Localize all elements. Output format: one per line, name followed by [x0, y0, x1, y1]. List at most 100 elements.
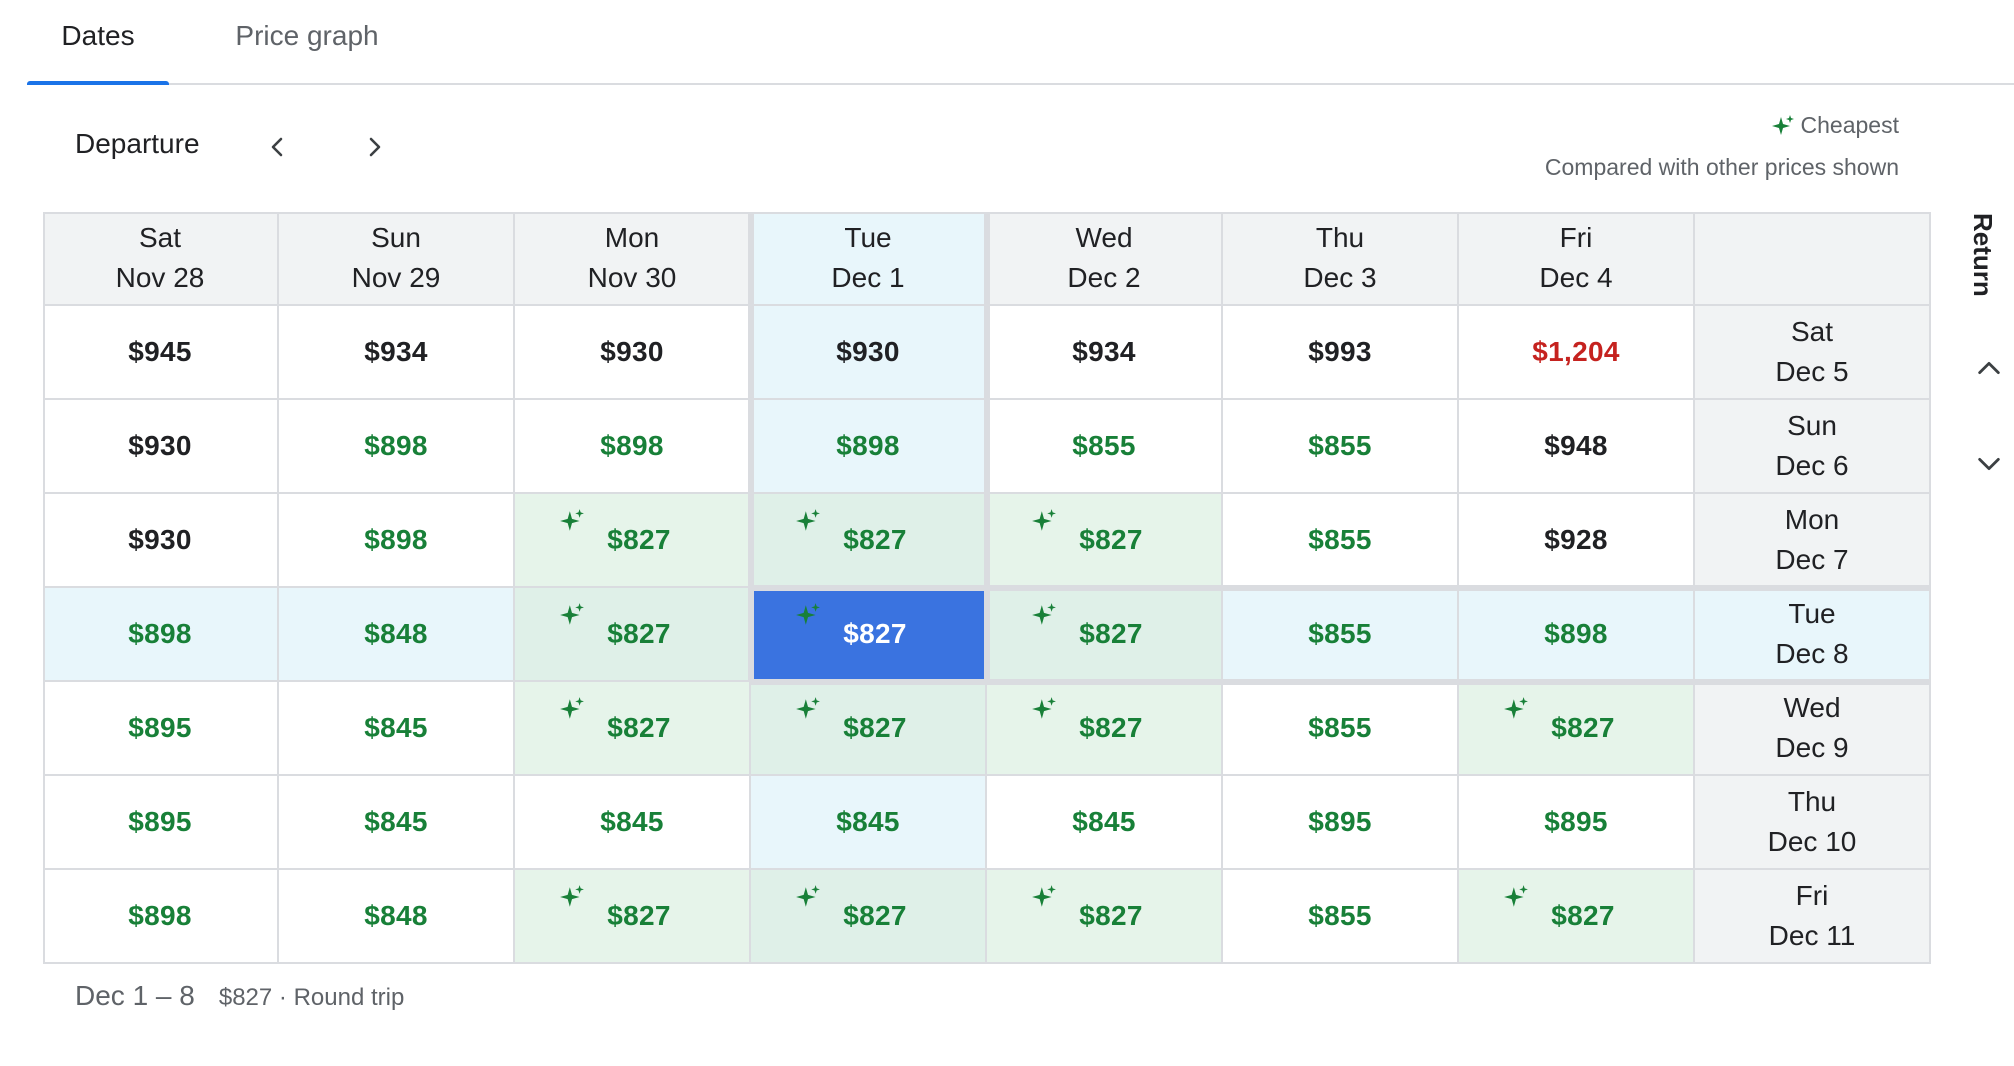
price-cell[interactable]: $827: [515, 682, 751, 776]
sparkle-icon: [560, 885, 584, 907]
price-value: $948: [1544, 430, 1608, 461]
price-cell[interactable]: $898: [43, 870, 279, 964]
row-header: Thu Dec 10: [1695, 776, 1931, 870]
price-cell[interactable]: $930: [515, 306, 751, 400]
price-cell[interactable]: $898: [279, 400, 515, 494]
price-cell[interactable]: $934: [279, 306, 515, 400]
price-cell[interactable]: $827: [987, 588, 1223, 682]
row-date: Dec 9: [1775, 732, 1849, 763]
price-cell[interactable]: $827: [751, 870, 987, 964]
price-cell[interactable]: $895: [43, 776, 279, 870]
column-header: Wed Dec 2: [987, 212, 1223, 306]
price-cell[interactable]: $945: [43, 306, 279, 400]
price-cell[interactable]: $845: [515, 776, 751, 870]
price-cell[interactable]: $855: [1223, 588, 1459, 682]
price-cell[interactable]: $993: [1223, 306, 1459, 400]
sparkle-icon: [560, 509, 584, 531]
selected-price-cell[interactable]: $827: [751, 588, 987, 682]
price-cell[interactable]: $845: [279, 682, 515, 776]
price-cell[interactable]: $895: [1223, 776, 1459, 870]
price-value: $930: [128, 524, 192, 555]
column-day: Thu: [1315, 222, 1365, 253]
legend-cheapest: Cheapest: [1771, 112, 1899, 139]
column-date: Nov 30: [587, 262, 677, 293]
tab-price-graph[interactable]: Price graph: [199, 0, 415, 83]
price-cell[interactable]: $845: [751, 776, 987, 870]
price-cell[interactable]: $827: [751, 682, 987, 776]
price-cell[interactable]: $827: [987, 494, 1223, 588]
price-cell[interactable]: $928: [1459, 494, 1695, 588]
price-value: $845: [836, 806, 900, 837]
price-cell[interactable]: $827: [987, 870, 1223, 964]
price-cell[interactable]: $895: [1459, 776, 1695, 870]
row-header: Tue Dec 8: [1695, 588, 1931, 682]
price-cell[interactable]: $855: [1223, 400, 1459, 494]
price-cell[interactable]: $898: [515, 400, 751, 494]
price-cell[interactable]: $934: [987, 306, 1223, 400]
price-cell[interactable]: $948: [1459, 400, 1695, 494]
price-cell[interactable]: $898: [43, 588, 279, 682]
chevron-right-icon: [369, 137, 381, 157]
price-cell[interactable]: $898: [1459, 588, 1695, 682]
price-cell[interactable]: $855: [1223, 870, 1459, 964]
price-value: $855: [1308, 900, 1372, 931]
price-value: $827: [607, 524, 671, 555]
price-cell[interactable]: $827: [515, 870, 751, 964]
price-cell[interactable]: $827: [1459, 870, 1695, 964]
column-header: Tue Dec 1: [751, 212, 987, 306]
selected-row-border: [751, 585, 1931, 591]
price-cell[interactable]: $845: [279, 776, 515, 870]
tab-dates[interactable]: Dates: [27, 0, 169, 85]
selected-column-border: [984, 212, 990, 682]
price-cell[interactable]: $930: [43, 494, 279, 588]
price-cell[interactable]: $855: [987, 400, 1223, 494]
price-cell[interactable]: $898: [751, 400, 987, 494]
row-date: Dec 10: [1767, 826, 1857, 857]
price-cell[interactable]: $827: [987, 682, 1223, 776]
column-day: Wed: [1075, 222, 1133, 253]
price-cell[interactable]: $827: [1459, 682, 1695, 776]
price-value: $945: [128, 336, 192, 367]
chevron-left-icon: [271, 137, 283, 157]
column-day: Tue: [844, 222, 892, 253]
price-value: $898: [364, 430, 428, 461]
return-prev-button[interactable]: [1965, 344, 2013, 392]
price-value: $827: [843, 712, 907, 743]
price-cell[interactable]: $827: [515, 588, 751, 682]
price-value: $898: [128, 618, 192, 649]
price-cell[interactable]: $845: [987, 776, 1223, 870]
column-header: Fri Dec 4: [1459, 212, 1695, 306]
price-value: $855: [1308, 618, 1372, 649]
price-cell[interactable]: $827: [515, 494, 751, 588]
selected-row-border: [751, 679, 1931, 685]
price-cell[interactable]: $827: [751, 494, 987, 588]
price-value: $930: [128, 430, 192, 461]
return-next-button[interactable]: [1965, 440, 2013, 488]
price-value: $845: [1072, 806, 1136, 837]
column-header: Sun Nov 29: [279, 212, 515, 306]
price-value: $898: [364, 524, 428, 555]
sparkle-icon: [560, 603, 584, 625]
price-cell[interactable]: $898: [279, 494, 515, 588]
selected-dates: Dec 1 – 8: [75, 980, 195, 1011]
price-cell[interactable]: $930: [43, 400, 279, 494]
price-value: $855: [1308, 430, 1372, 461]
departure-prev-button[interactable]: [253, 122, 303, 172]
price-cell[interactable]: $848: [279, 588, 515, 682]
price-cell[interactable]: $1,204: [1459, 306, 1695, 400]
price-value: $934: [1072, 336, 1136, 367]
price-cell[interactable]: $895: [43, 682, 279, 776]
row-day: Mon: [1784, 504, 1840, 535]
price-cell[interactable]: $930: [751, 306, 987, 400]
sparkle-icon: [796, 509, 820, 531]
price-cell[interactable]: $855: [1223, 682, 1459, 776]
price-cell[interactable]: $855: [1223, 494, 1459, 588]
sparkle-icon: [1032, 885, 1056, 907]
sparkle-icon: [1032, 509, 1056, 531]
departure-next-button[interactable]: [349, 122, 399, 172]
sparkle-icon: [1032, 697, 1056, 719]
price-value: $855: [1308, 524, 1372, 555]
price-cell[interactable]: $848: [279, 870, 515, 964]
price-value: $845: [364, 806, 428, 837]
price-value: $1,204: [1532, 336, 1620, 367]
